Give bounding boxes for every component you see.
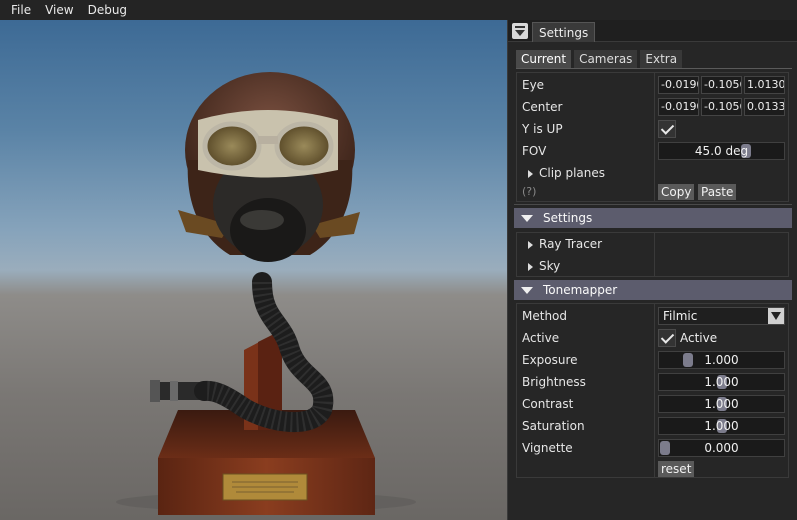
eye-y-field[interactable]: -0.1056	[701, 76, 742, 94]
rendered-scene	[116, 72, 416, 515]
tab-underline	[516, 68, 792, 69]
copy-button[interactable]: Copy	[658, 184, 695, 200]
vignette-row: Vignette 0.000	[517, 437, 788, 459]
brightness-slider[interactable]: 1.000	[658, 373, 785, 391]
fov-row: FOV 45.0 deg	[517, 140, 788, 162]
menu-view[interactable]: View	[38, 0, 80, 20]
vignette-slider[interactable]: 0.000	[658, 439, 785, 457]
exposure-value: 1.000	[704, 353, 739, 367]
tonemapper-section-header[interactable]: Tonemapper	[514, 280, 792, 300]
method-row: Method Filmic	[517, 305, 788, 327]
saturation-label: Saturation	[522, 419, 585, 433]
ray-tracer-label[interactable]: Ray Tracer	[539, 236, 602, 252]
exposure-slider[interactable]: 1.000	[658, 351, 785, 369]
panel-title-tab[interactable]: Settings	[532, 22, 596, 42]
tab-current[interactable]: Current	[516, 50, 572, 68]
active-checkbox-label[interactable]: Active	[680, 330, 717, 346]
brightness-label: Brightness	[522, 375, 586, 389]
center-row: Center -0.0190 -0.1056 0.0133	[517, 96, 788, 118]
dropdown-arrow-icon[interactable]	[768, 308, 784, 324]
sky-row[interactable]: Sky	[517, 255, 788, 277]
sky-label[interactable]: Sky	[539, 258, 560, 274]
saturation-slider[interactable]: 1.000	[658, 417, 785, 435]
reset-button[interactable]: reset	[658, 461, 695, 477]
eye-row: Eye -0.0190 -0.1056 1.0130	[517, 74, 788, 96]
contrast-value: 1.000	[704, 397, 739, 411]
method-label: Method	[522, 309, 568, 323]
menu-bar: File View Debug	[0, 0, 797, 20]
tab-cameras[interactable]: Cameras	[574, 50, 638, 68]
yup-row: Y is UP	[517, 118, 788, 140]
copy-paste-row: (?) Copy Paste	[517, 181, 788, 203]
menu-debug[interactable]: Debug	[81, 0, 134, 20]
collapse-arrow-icon	[521, 287, 533, 294]
tonemapper-section-title: Tonemapper	[543, 283, 618, 297]
eye-label: Eye	[522, 78, 545, 92]
collapse-arrow-icon	[521, 215, 533, 222]
eye-x-field[interactable]: -0.0190	[658, 76, 699, 94]
saturation-row: Saturation 1.000	[517, 415, 788, 437]
yup-label: Y is UP	[522, 122, 563, 136]
settings-section-header[interactable]: Settings	[514, 208, 792, 228]
fov-slider[interactable]: 45.0 deg	[658, 142, 785, 160]
center-x-field[interactable]: -0.0190	[658, 98, 699, 116]
settings-tabbar: Current Cameras Extra	[516, 50, 683, 68]
camera-group: Eye -0.0190 -0.1056 1.0130 Center -0.019…	[516, 72, 789, 202]
contrast-row: Contrast 1.000	[517, 393, 788, 415]
ray-tracer-row[interactable]: Ray Tracer	[517, 233, 788, 255]
active-label: Active	[522, 331, 560, 345]
center-y-field[interactable]: -0.1056	[701, 98, 742, 116]
brightness-row: Brightness 1.000	[517, 371, 788, 393]
expand-arrow-icon[interactable]	[528, 241, 533, 249]
panel-collapse-icon[interactable]	[512, 23, 528, 39]
reset-row: reset	[517, 458, 788, 480]
tab-extra[interactable]: Extra	[640, 50, 683, 68]
separator	[514, 204, 792, 205]
vignette-value: 0.000	[704, 441, 739, 455]
settings-section-group: Ray Tracer Sky	[516, 232, 789, 277]
brightness-value: 1.000	[704, 375, 739, 389]
render-viewport[interactable]	[0, 20, 507, 520]
center-z-field[interactable]: 0.0133	[744, 98, 785, 116]
contrast-slider[interactable]: 1.000	[658, 395, 785, 413]
active-row: Active Active	[517, 327, 788, 349]
clip-planes-label[interactable]: Clip planes	[539, 165, 605, 181]
expand-arrow-icon[interactable]	[528, 170, 533, 178]
settings-section-title: Settings	[543, 211, 593, 225]
panel-titlebar: Settings	[508, 20, 797, 42]
exposure-label: Exposure	[522, 353, 578, 367]
eye-z-field[interactable]: 1.0130	[744, 76, 785, 94]
yup-checkbox[interactable]	[658, 120, 676, 138]
active-checkbox[interactable]	[658, 329, 676, 347]
expand-arrow-icon[interactable]	[528, 263, 533, 271]
fov-label: FOV	[522, 144, 547, 158]
saturation-value: 1.000	[704, 419, 739, 433]
exposure-row: Exposure 1.000	[517, 349, 788, 371]
help-marker[interactable]: (?)	[522, 184, 536, 200]
method-dropdown[interactable]: Filmic	[658, 307, 785, 325]
paste-button[interactable]: Paste	[698, 184, 737, 200]
center-label: Center	[522, 100, 563, 114]
menu-file[interactable]: File	[0, 0, 38, 20]
fov-value: 45.0 deg	[694, 144, 749, 158]
tonemapper-group: Method Filmic Active Active Exposure 1.0…	[516, 303, 789, 478]
method-value: Filmic	[663, 309, 698, 323]
contrast-label: Contrast	[522, 397, 574, 411]
settings-panel: Settings Current Cameras Extra Eye -0.01…	[507, 20, 797, 520]
vignette-label: Vignette	[522, 441, 573, 455]
